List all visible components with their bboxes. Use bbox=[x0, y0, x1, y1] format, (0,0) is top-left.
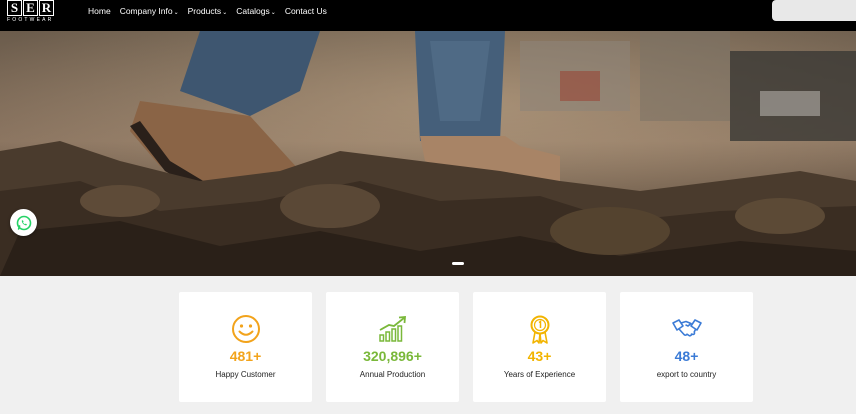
stat-value: 320,896+ bbox=[363, 348, 422, 364]
logo-subtitle: FOOTWEAR bbox=[7, 17, 54, 23]
whatsapp-icon bbox=[16, 215, 31, 230]
nav-company-info[interactable]: Company Info⌄ bbox=[120, 6, 179, 19]
nav-home-label: Home bbox=[88, 6, 111, 16]
chevron-down-icon: ⌄ bbox=[270, 10, 276, 16]
logo-letter: E bbox=[23, 0, 38, 16]
stat-label: Happy Customer bbox=[215, 370, 276, 379]
hero-banner-image bbox=[0, 31, 856, 276]
stat-label: export to country bbox=[656, 370, 717, 379]
nav-products[interactable]: Products⌄ bbox=[188, 6, 228, 19]
nav-contact-us[interactable]: Contact Us bbox=[285, 6, 327, 19]
top-navigation-bar: S E R FOOTWEAR Home Company Info⌄ Produc… bbox=[0, 0, 856, 31]
nav-company-info-label: Company Info bbox=[119, 6, 173, 16]
main-menu: Home Company Info⌄ Products⌄ Catalogs⌄ C… bbox=[88, 6, 327, 19]
stat-label: Annual Production bbox=[359, 370, 426, 379]
chevron-down-icon: ⌄ bbox=[173, 10, 179, 16]
stat-value: 48+ bbox=[674, 348, 699, 364]
slider-indicator-active[interactable] bbox=[452, 262, 464, 265]
nav-products-label: Products bbox=[187, 6, 222, 16]
search-input[interactable] bbox=[772, 0, 856, 21]
stat-card-years-experience: 43+ Years of Experience bbox=[473, 292, 606, 402]
logo-letters: S E R bbox=[7, 0, 57, 16]
stat-value: 481+ bbox=[229, 348, 262, 364]
logo-letter: R bbox=[39, 0, 54, 16]
stat-card-happy-customer: 481+ Happy Customer bbox=[179, 292, 312, 402]
stat-label: Years of Experience bbox=[503, 370, 576, 379]
boots-on-dirt-photo bbox=[0, 31, 856, 276]
handshake-icon bbox=[671, 319, 702, 337]
nav-contact-us-label: Contact Us bbox=[284, 6, 327, 16]
nav-catalogs-label: Catalogs bbox=[236, 6, 270, 16]
award-medal-icon bbox=[530, 315, 549, 344]
stats-section: 481+ Happy Customer 320,896+ Annual Prod… bbox=[179, 292, 753, 402]
whatsapp-chat-button[interactable] bbox=[10, 209, 37, 236]
logo-letter: S bbox=[7, 0, 22, 16]
stat-value: 43+ bbox=[527, 348, 552, 364]
stat-card-export-countries: 48+ export to country bbox=[620, 292, 753, 402]
stat-card-annual-production: 320,896+ Annual Production bbox=[326, 292, 459, 402]
nav-home[interactable]: Home bbox=[88, 6, 111, 19]
nav-catalogs[interactable]: Catalogs⌄ bbox=[236, 6, 276, 19]
smiley-icon bbox=[231, 315, 260, 343]
growth-chart-icon bbox=[378, 316, 406, 342]
chevron-down-icon: ⌄ bbox=[222, 10, 228, 16]
ser-footwear-logo[interactable]: S E R FOOTWEAR bbox=[7, 0, 57, 24]
